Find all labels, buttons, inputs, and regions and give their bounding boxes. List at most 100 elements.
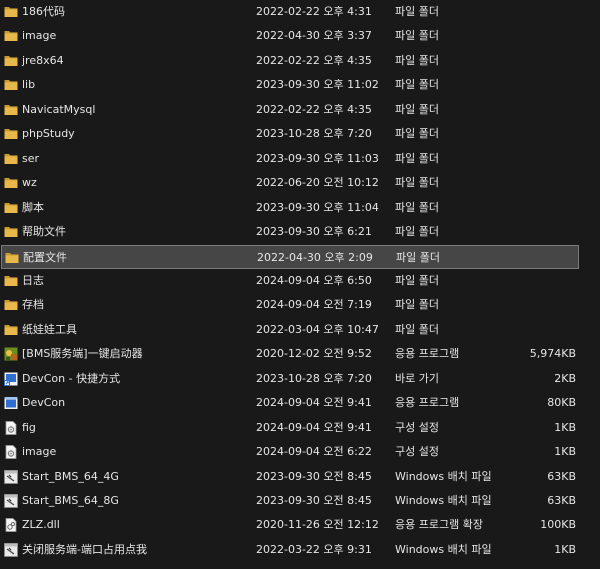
file-type: 바로 가기 xyxy=(395,371,439,385)
file-name: 纸娃娃工具 xyxy=(22,322,77,336)
file-name: DevCon - 快捷方式 xyxy=(22,371,121,385)
file-name: image xyxy=(22,445,57,459)
folder-icon xyxy=(4,152,18,165)
file-type: 파일 폴더 xyxy=(395,225,439,239)
folder-icon xyxy=(4,323,18,336)
file-row[interactable]: 关闭服务端-端口占用点我 2022-03-22 오후 9:31 Windows 배치… xyxy=(0,538,600,562)
folder-icon xyxy=(4,176,18,189)
batch-file-icon xyxy=(4,542,18,557)
file-name: DevCon xyxy=(22,396,66,410)
file-date-modified: 2020-11-26 오전 12:12 xyxy=(256,518,379,532)
file-size xyxy=(500,0,576,24)
file-row[interactable]: ZLZ.dll 2020-11-26 오전 12:12 응용 프로그램 확장 100K… xyxy=(0,513,600,537)
file-row[interactable]: Start_BMS_64_8G 2023-09-30 오전 8:45 Windows… xyxy=(0,489,600,513)
file-size xyxy=(500,122,576,146)
file-name-cell: wz xyxy=(4,171,249,195)
folder-icon xyxy=(4,201,18,214)
file-name-cell: phpStudy xyxy=(4,122,249,146)
file-row[interactable]: lib 2023-09-30 오후 11:02 파일 폴더 xyxy=(0,73,600,97)
file-type: 구성 설정 xyxy=(395,445,439,459)
file-date-modified: 2023-09-30 오후 6:21 xyxy=(256,225,372,239)
file-name: 存档 xyxy=(22,298,44,312)
file-date-modified: 2022-03-04 오후 10:47 xyxy=(256,322,379,336)
file-type: 파일 폴더 xyxy=(395,127,439,141)
file-row[interactable]: NavicatMysql 2022-02-22 오후 4:35 파일 폴더 xyxy=(0,98,600,122)
file-size xyxy=(500,220,576,244)
file-name: [BMS服务端]一键启动器 xyxy=(22,347,143,361)
file-row[interactable]: DevCon 2024-09-04 오전 9:41 응용 프로그램 80KB xyxy=(0,391,600,415)
file-name-cell: 配置文件 xyxy=(5,246,250,270)
file-size: 100KB xyxy=(540,518,576,532)
file-date-modified: 2023-09-30 오후 11:03 xyxy=(256,151,379,165)
file-type: 파일 폴더 xyxy=(396,250,440,264)
file-type: 파일 폴더 xyxy=(395,298,439,312)
file-list: 186代码 2022-02-22 오후 4:31 파일 폴더 image 2022-04… xyxy=(0,0,600,569)
file-size: 5,974KB xyxy=(529,347,576,361)
file-row[interactable]: jre8x64 2022-02-22 오후 4:35 파일 폴더 xyxy=(0,49,600,73)
file-type: 파일 폴더 xyxy=(395,29,439,43)
file-date-modified: 2022-03-22 오후 9:31 xyxy=(256,542,372,556)
file-size: 63KB xyxy=(547,494,576,507)
folder-icon xyxy=(4,78,18,91)
shortcut-icon xyxy=(4,372,18,386)
file-type: Windows 배치 파일 xyxy=(395,469,492,483)
file-size: 80KB xyxy=(547,396,576,410)
file-size xyxy=(501,246,577,270)
file-type: 파일 폴더 xyxy=(395,53,439,67)
batch-file-icon xyxy=(4,469,18,484)
file-type: 파일 폴더 xyxy=(395,273,439,287)
file-name: jre8x64 xyxy=(22,53,64,67)
file-row[interactable]: 脚本 2023-09-30 오후 11:04 파일 폴더 xyxy=(0,196,600,220)
file-row[interactable]: 帮助文件 2023-09-30 오후 6:21 파일 폴더 xyxy=(0,220,600,244)
file-name-cell: [BMS服务端]一键启动器 xyxy=(4,342,249,366)
file-row[interactable]: [BMS服务端]一键启动器 2020-12-02 오전 9:52 응용 프로그램 5,… xyxy=(0,342,600,366)
file-name-cell: DevCon xyxy=(4,391,249,415)
file-date-modified: 2023-10-28 오후 7:20 xyxy=(256,127,372,141)
folder-icon xyxy=(4,5,18,18)
file-row[interactable]: image 2022-04-30 오후 3:37 파일 폴더 xyxy=(0,24,600,48)
file-date-modified: 2022-04-30 오후 3:37 xyxy=(256,29,372,43)
file-row[interactable]: image 2024-09-04 오전 6:22 구성 설정 1KB xyxy=(0,440,600,464)
file-row[interactable]: wz 2022-06-20 오전 10:12 파일 폴더 xyxy=(0,171,600,195)
file-type: 파일 폴더 xyxy=(395,5,439,18)
file-name-cell: 帮助文件 xyxy=(4,220,249,244)
file-name: 186代码 xyxy=(22,5,65,18)
file-row[interactable]: Start_BMS_64_4G 2023-09-30 오전 8:45 Windows… xyxy=(0,465,600,489)
file-type: 파일 폴더 xyxy=(395,200,439,214)
folder-icon xyxy=(4,54,18,67)
file-name: ZLZ.dll xyxy=(22,518,60,532)
file-row[interactable]: 186代码 2022-02-22 오후 4:31 파일 폴더 xyxy=(0,0,600,24)
file-row[interactable]: DevCon - 快捷方式 2023-10-28 오후 7:20 바로 가기 2KB xyxy=(0,367,600,391)
file-size xyxy=(500,318,576,342)
file-size xyxy=(500,171,576,195)
file-type: 파일 폴더 xyxy=(395,102,439,116)
file-row[interactable]: fig 2024-09-04 오전 9:41 구성 설정 1KB xyxy=(0,416,600,440)
file-name-cell: jre8x64 xyxy=(4,49,249,73)
file-name-cell: 脚本 xyxy=(4,196,249,220)
file-date-modified: 2023-09-30 오전 8:45 xyxy=(256,469,372,483)
file-size xyxy=(500,24,576,48)
file-name-cell: lib xyxy=(4,73,249,97)
file-name: Start_BMS_64_4G xyxy=(22,469,119,483)
config-file-icon xyxy=(4,420,18,435)
file-type: 파일 폴더 xyxy=(395,78,439,92)
file-name: 脚本 xyxy=(22,200,44,214)
file-date-modified: 2023-10-28 오후 7:20 xyxy=(256,371,372,385)
file-date-modified: 2024-09-04 오전 6:22 xyxy=(256,445,372,459)
file-date-modified: 2024-09-04 오전 9:41 xyxy=(256,396,372,410)
file-date-modified: 2022-04-30 오후 2:09 xyxy=(257,250,373,264)
file-name-cell: Start_BMS_64_8G xyxy=(4,489,249,513)
file-size: 1KB xyxy=(554,445,576,459)
file-name: 帮助文件 xyxy=(22,225,66,239)
file-row[interactable]: 纸娃娃工具 2022-03-04 오후 10:47 파일 폴더 xyxy=(0,318,600,342)
folder-icon xyxy=(4,127,18,140)
file-row[interactable]: 日志 2024-09-04 오후 6:50 파일 폴더 xyxy=(0,269,600,293)
file-row[interactable]: 存档 2024-09-04 오전 7:19 파일 폴더 xyxy=(0,293,600,317)
file-size xyxy=(500,293,576,317)
file-name-cell: ser xyxy=(4,147,249,171)
file-date-modified: 2024-09-04 오후 6:50 xyxy=(256,273,372,287)
file-row[interactable]: ser 2023-09-30 오후 11:03 파일 폴더 xyxy=(0,147,600,171)
file-row[interactable]: phpStudy 2023-10-28 오후 7:20 파일 폴더 xyxy=(0,122,600,146)
file-size: 1KB xyxy=(554,420,576,434)
file-row[interactable]: 配置文件 2022-04-30 오후 2:09 파일 폴더 xyxy=(1,244,579,270)
